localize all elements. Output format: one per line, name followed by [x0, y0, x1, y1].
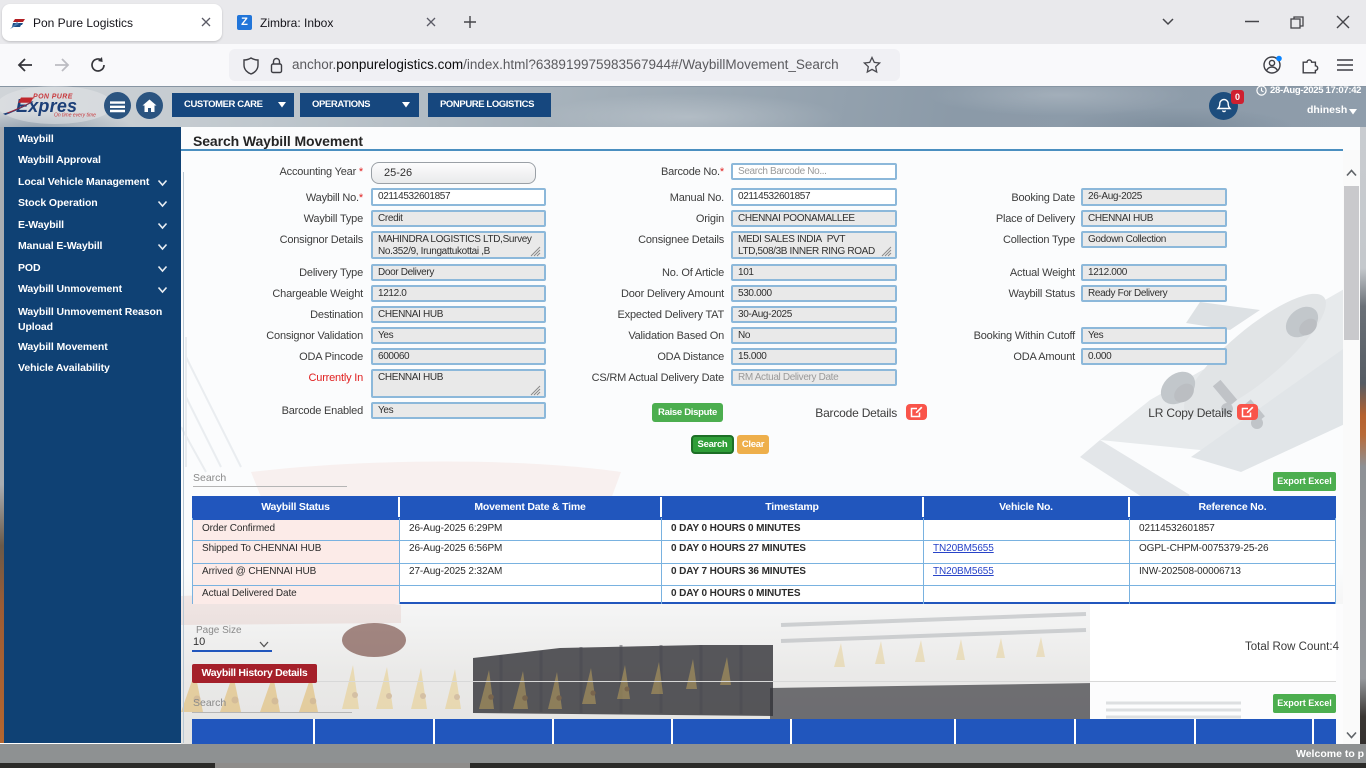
svg-text:On time every time: On time every time [54, 112, 96, 118]
